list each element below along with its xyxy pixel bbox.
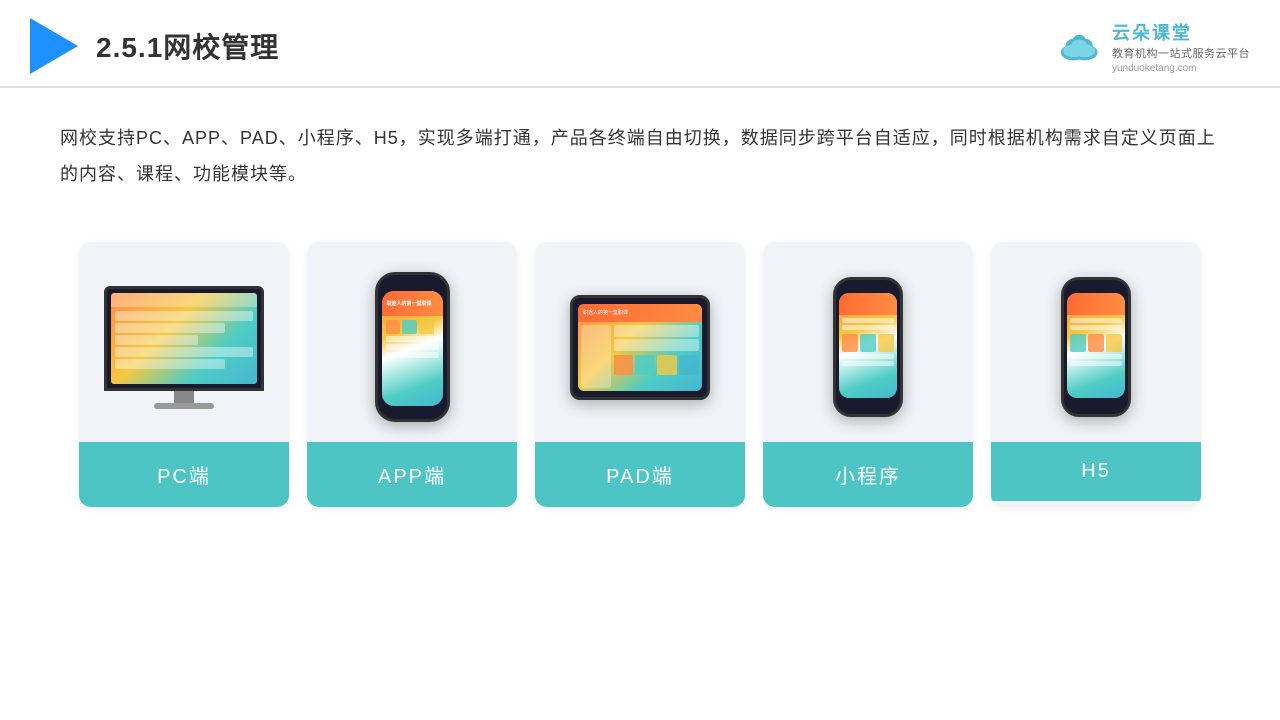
- pc-screen-outer: [104, 286, 264, 391]
- pc-screen-inner: [111, 293, 257, 384]
- mini-grid-item: [878, 334, 894, 352]
- mini-row: [842, 354, 894, 359]
- logo-triangle-icon: [30, 18, 78, 74]
- card-pad-image: 职途人的第一堂职课: [535, 242, 745, 442]
- card-h5: H5: [991, 242, 1201, 507]
- phone-screen-content: [382, 316, 443, 362]
- phone-screen-header: 职途人的第一堂职课: [382, 291, 443, 316]
- cloud-icon: [1056, 30, 1104, 62]
- tablet-outer: 职途人的第一堂职课: [570, 295, 710, 400]
- mini-phone-h5: [1061, 277, 1131, 417]
- mini-grid: [1070, 334, 1122, 352]
- card-pc-image: [79, 242, 289, 442]
- phone-item: [402, 320, 417, 334]
- mini-notch-h5: [1084, 285, 1108, 291]
- card-miniprogram: 小程序: [763, 242, 973, 507]
- phone-screen: 职途人的第一堂职课: [382, 291, 443, 406]
- cards-container: PC端 职途人的第一堂职课: [0, 222, 1280, 527]
- tablet-cards: [614, 355, 700, 375]
- card-pc: PC端: [79, 242, 289, 507]
- card-miniprogram-image: [763, 242, 973, 442]
- mini-row: [1070, 325, 1122, 330]
- tablet-header: 职途人的第一堂职课: [578, 304, 702, 322]
- pc-screen-detail: [115, 311, 253, 380]
- tablet-header-text: 职途人的第一堂职课: [583, 309, 628, 316]
- mini-row: [842, 318, 894, 323]
- tablet-main: [614, 325, 700, 388]
- phone-header-text: 职途人的第一堂职课: [387, 300, 432, 307]
- tablet-card: [614, 355, 634, 375]
- card-pad-label: PAD端: [535, 442, 745, 507]
- pc-stand: [174, 391, 194, 403]
- mini-phone: [833, 277, 903, 417]
- mini-grid-item: [1106, 334, 1122, 352]
- pc-mockup: [104, 286, 264, 409]
- card-app: 职途人的第一堂职课 APP端: [307, 242, 517, 507]
- phone-item: [386, 352, 439, 358]
- brand-tagline: 教育机构一站式服务云平台: [1112, 45, 1250, 61]
- pc-detail-row: [115, 347, 253, 357]
- card-app-image: 职途人的第一堂职课: [307, 242, 517, 442]
- header-right: 云朵课堂 教育机构一站式服务云平台 yunduoketang.com: [1056, 19, 1250, 74]
- description-paragraph: 网校支持PC、APP、PAD、小程序、H5，实现多端打通，产品各终端自由切换，数…: [60, 120, 1220, 192]
- brand-url: yunduoketang.com: [1112, 63, 1250, 74]
- pc-detail-row: [115, 359, 225, 369]
- mini-screen-h5: [1067, 293, 1125, 398]
- card-miniprogram-label: 小程序: [763, 442, 973, 507]
- mini-grid-item: [860, 334, 876, 352]
- phone-notch: [398, 281, 426, 288]
- header-left: 2.5.1网校管理: [30, 18, 279, 74]
- mini-row: [842, 361, 894, 366]
- tablet-screen: 职途人的第一堂职课: [578, 304, 702, 391]
- tablet-mockup: 职途人的第一堂职课: [570, 295, 710, 400]
- phone-item: [386, 320, 401, 334]
- tablet-card: [657, 355, 677, 375]
- phone-item: [419, 320, 434, 334]
- pc-detail-row: [115, 311, 253, 321]
- mini-grid-item: [842, 334, 858, 352]
- mini-header: [839, 293, 897, 315]
- tablet-sidebar: [581, 325, 611, 388]
- card-h5-image: [991, 242, 1201, 442]
- tablet-card: [635, 355, 655, 375]
- description-text: 网校支持PC、APP、PAD、小程序、H5，实现多端打通，产品各终端自由切换，数…: [0, 88, 1280, 212]
- pc-detail-row: [115, 335, 198, 345]
- brand-text: 云朵课堂 教育机构一站式服务云平台 yunduoketang.com: [1112, 19, 1250, 74]
- phone-mockup-mini: [833, 277, 903, 417]
- mini-content-h5: [1067, 315, 1125, 369]
- phone-outer: 职途人的第一堂职课: [375, 272, 450, 422]
- card-pc-label: PC端: [79, 442, 289, 507]
- mini-header-h5: [1067, 293, 1125, 315]
- header: 2.5.1网校管理 云朵课堂 教育机构一站式服务云平台 yunduoketang…: [0, 0, 1280, 88]
- pc-detail-row: [115, 323, 225, 333]
- mini-row: [1070, 318, 1122, 323]
- tablet-row: [614, 325, 700, 337]
- pc-base: [154, 403, 214, 409]
- mini-content: [839, 315, 897, 369]
- phone-mockup-h5: [1061, 277, 1131, 417]
- card-app-label: APP端: [307, 442, 517, 507]
- tablet-content: [578, 322, 702, 391]
- mini-grid-item: [1070, 334, 1086, 352]
- tablet-card: [679, 355, 699, 375]
- mini-screen: [839, 293, 897, 398]
- mini-grid-item: [1088, 334, 1104, 352]
- phone-item: [386, 344, 439, 350]
- mini-row: [1070, 361, 1122, 366]
- phone-mockup-app: 职途人的第一堂职课: [375, 272, 450, 422]
- page-title: 2.5.1网校管理: [96, 26, 279, 66]
- card-h5-label: H5: [991, 442, 1201, 501]
- mini-row: [842, 325, 894, 330]
- tablet-row: [614, 339, 700, 351]
- mini-row: [1070, 354, 1122, 359]
- card-pad: 职途人的第一堂职课: [535, 242, 745, 507]
- mini-grid: [842, 334, 894, 352]
- mini-notch: [856, 285, 880, 291]
- brand-logo: 云朵课堂 教育机构一站式服务云平台 yunduoketang.com: [1056, 19, 1250, 74]
- brand-name: 云朵课堂: [1112, 19, 1250, 45]
- phone-item: [386, 336, 439, 342]
